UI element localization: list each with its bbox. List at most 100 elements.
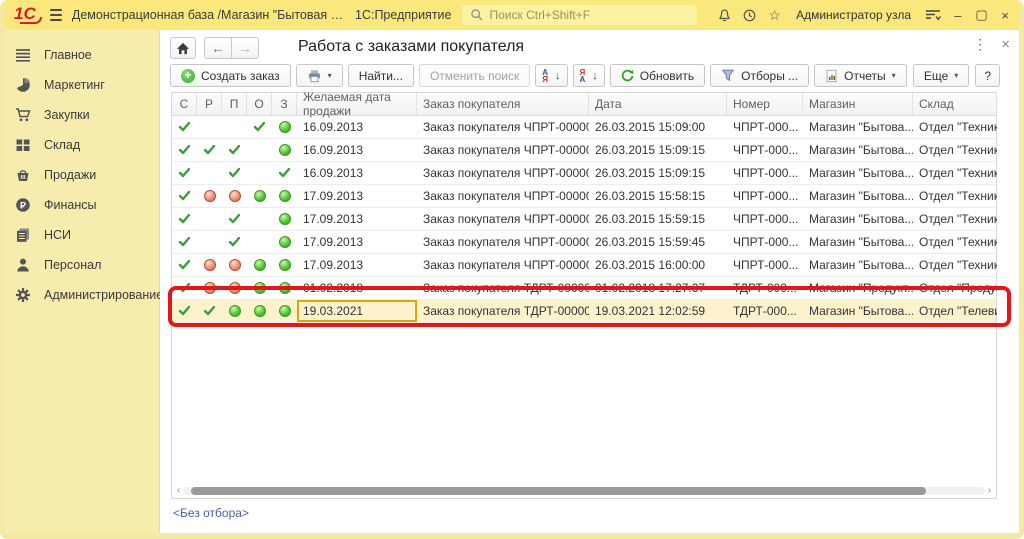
sidebar-item-marketing[interactable]: Маркетинг (0, 70, 159, 100)
history-icon[interactable] (742, 5, 757, 25)
help-button[interactable]: ? (975, 64, 1000, 87)
sidebar-item-glavnoe[interactable]: Главное (0, 40, 159, 70)
table-cell[interactable]: ЧПРТ-000... (727, 185, 803, 207)
table-cell[interactable]: ТДРТ-000... (727, 300, 803, 322)
scroll-left-icon[interactable]: ‹ (174, 486, 183, 496)
table-cell[interactable]: 17.09.2013 (297, 231, 417, 253)
table-cell[interactable]: Заказ покупателя ЧПРТ-00000... (417, 208, 589, 230)
table-row[interactable]: 19.03.2021Заказ покупателя ТДРТ-000001..… (172, 300, 996, 323)
refresh-button[interactable]: Обновить (610, 64, 705, 87)
table-cell[interactable]: Отдел "Техника д (913, 231, 997, 253)
scrollbar-thumb[interactable] (191, 487, 926, 495)
table-cell[interactable]: Магазин "Бытова... (803, 139, 913, 161)
table-cell[interactable]: ЧПРТ-000... (727, 254, 803, 276)
table-cell[interactable]: 16.09.2013 (297, 162, 417, 184)
sidebar-item-nsi[interactable]: НСИ (0, 220, 159, 250)
sort-descending-button[interactable]: ЯА↓ (573, 64, 605, 87)
panel-menu-kebab-icon[interactable]: ⋮ (973, 36, 987, 53)
table-cell[interactable]: 26.03.2015 15:09:15 (589, 139, 727, 161)
status-column-header[interactable]: С (172, 93, 197, 115)
table-cell[interactable]: ТДРТ-000... (727, 277, 803, 299)
table-cell[interactable]: 26.03.2015 16:00:00 (589, 254, 727, 276)
column-header[interactable]: Магазин (803, 93, 913, 115)
panel-close-icon[interactable]: × (1001, 36, 1010, 53)
filter-status-link[interactable]: <Без отбора> (173, 506, 249, 520)
sidebar-item-personal[interactable]: Персонал (0, 250, 159, 280)
table-cell[interactable]: Отдел "Техника д (913, 116, 997, 138)
column-header[interactable]: Склад (913, 93, 997, 115)
table-row[interactable]: 16.09.2013Заказ покупателя ЧПРТ-00000...… (172, 139, 996, 162)
status-column-header[interactable]: З (272, 93, 297, 115)
table-cell[interactable]: 16.09.2013 (297, 116, 417, 138)
table-cell[interactable]: 26.03.2015 15:59:15 (589, 208, 727, 230)
table-cell[interactable]: Заказ покупателя ЧПРТ-00000... (417, 116, 589, 138)
table-cell[interactable]: 26.03.2015 15:09:00 (589, 116, 727, 138)
scroll-right-icon[interactable]: › (985, 486, 994, 496)
status-column-header[interactable]: Р (197, 93, 222, 115)
horizontal-scrollbar[interactable]: ‹ › (174, 486, 994, 496)
table-cell[interactable]: Магазин "Продукт... (803, 277, 913, 299)
column-header[interactable]: Заказ покупателя (417, 93, 589, 115)
table-cell[interactable]: Отдел "Техника д (913, 254, 997, 276)
table-cell[interactable]: Отдел "Техника д (913, 162, 997, 184)
table-cell[interactable]: ЧПРТ-000... (727, 208, 803, 230)
table-cell[interactable]: Магазин "Бытова... (803, 254, 913, 276)
favorites-star-icon[interactable]: ☆ (767, 5, 782, 25)
more-button[interactable]: Еще▾ (913, 64, 969, 87)
table-cell[interactable]: 26.03.2015 15:09:15 (589, 162, 727, 184)
maximize-button[interactable]: ▢ (975, 7, 989, 23)
table-cell[interactable]: Заказ покупателя ЧПРТ-00000... (417, 185, 589, 207)
table-cell[interactable]: 19.03.2021 (297, 300, 417, 322)
table-cell[interactable]: ЧПРТ-000... (727, 231, 803, 253)
table-cell[interactable]: 01.02.2018 (297, 277, 417, 299)
scrollbar-track[interactable] (183, 487, 985, 495)
reports-button[interactable]: Отчеты▾ (814, 64, 907, 87)
table-cell[interactable]: Заказ покупателя ЧПРТ-00000... (417, 162, 589, 184)
close-button[interactable]: × (998, 8, 1012, 23)
table-cell[interactable]: Отдел "Техника д (913, 185, 997, 207)
table-cell[interactable]: Отдел "Телевизо (913, 300, 997, 322)
table-cell[interactable]: Магазин "Бытова... (803, 300, 913, 322)
table-cell[interactable]: 01.02.2018 17:27:37 (589, 277, 727, 299)
table-cell[interactable]: ЧПРТ-000... (727, 162, 803, 184)
table-cell[interactable]: Заказ покупателя ТДРТ-000001... (417, 300, 589, 322)
column-header[interactable]: Номер (727, 93, 803, 115)
table-cell[interactable]: ЧПРТ-000... (727, 139, 803, 161)
table-cell[interactable]: Заказ покупателя ЧПРТ-00000... (417, 231, 589, 253)
table-cell[interactable]: 17.09.2013 (297, 254, 417, 276)
forward-button[interactable]: → (231, 37, 259, 59)
column-header[interactable]: Дата (589, 93, 727, 115)
global-search[interactable] (462, 5, 697, 25)
table-cell[interactable]: ЧПРТ-000... (727, 116, 803, 138)
table-row[interactable]: 16.09.2013Заказ покупателя ЧПРТ-00000...… (172, 162, 996, 185)
table-cell[interactable]: Магазин "Бытова... (803, 185, 913, 207)
table-cell[interactable]: Отдел "Техника д (913, 139, 997, 161)
table-cell[interactable]: Заказ покупателя ЧПРТ-00000... (417, 254, 589, 276)
table-cell[interactable]: 26.03.2015 15:58:15 (589, 185, 727, 207)
notifications-bell-icon[interactable] (717, 5, 732, 25)
find-button[interactable]: Найти... (348, 64, 414, 87)
cancel-search-button[interactable]: Отменить поиск (419, 64, 530, 87)
status-column-header[interactable]: П (222, 93, 247, 115)
sidebar-item-administrirovanie[interactable]: Администрирование (0, 280, 159, 310)
home-button[interactable] (170, 37, 196, 59)
table-row[interactable]: 16.09.2013Заказ покупателя ЧПРТ-00000...… (172, 116, 996, 139)
table-cell[interactable]: Отдел "Продукт... (913, 277, 997, 299)
table-row[interactable]: 01.02.2018Заказ покупателя ТДРТ-000001..… (172, 277, 996, 300)
table-cell[interactable]: 19.03.2021 12:02:59 (589, 300, 727, 322)
sidebar-item-finansy[interactable]: PФинансы (0, 190, 159, 220)
table-cell[interactable]: Магазин "Бытова... (803, 208, 913, 230)
table-cell[interactable]: Заказ покупателя ЧПРТ-00000... (417, 139, 589, 161)
back-button[interactable]: ← (204, 37, 232, 59)
sidebar-item-sklad[interactable]: Склад (0, 130, 159, 160)
sort-ascending-button[interactable]: АЯ↓ (535, 64, 567, 87)
create-order-button[interactable]: + Создать заказ (170, 64, 291, 87)
view-settings-icon[interactable] (925, 5, 941, 25)
table-row[interactable]: 17.09.2013Заказ покупателя ЧПРТ-00000...… (172, 254, 996, 277)
table-row[interactable]: 17.09.2013Заказ покупателя ЧПРТ-00000...… (172, 208, 996, 231)
main-menu-icon[interactable] (50, 9, 62, 21)
minimize-button[interactable]: – (951, 8, 965, 23)
print-button[interactable]: ▾ (296, 64, 343, 87)
table-cell[interactable]: Магазин "Бытова... (803, 116, 913, 138)
table-cell[interactable]: 17.09.2013 (297, 185, 417, 207)
